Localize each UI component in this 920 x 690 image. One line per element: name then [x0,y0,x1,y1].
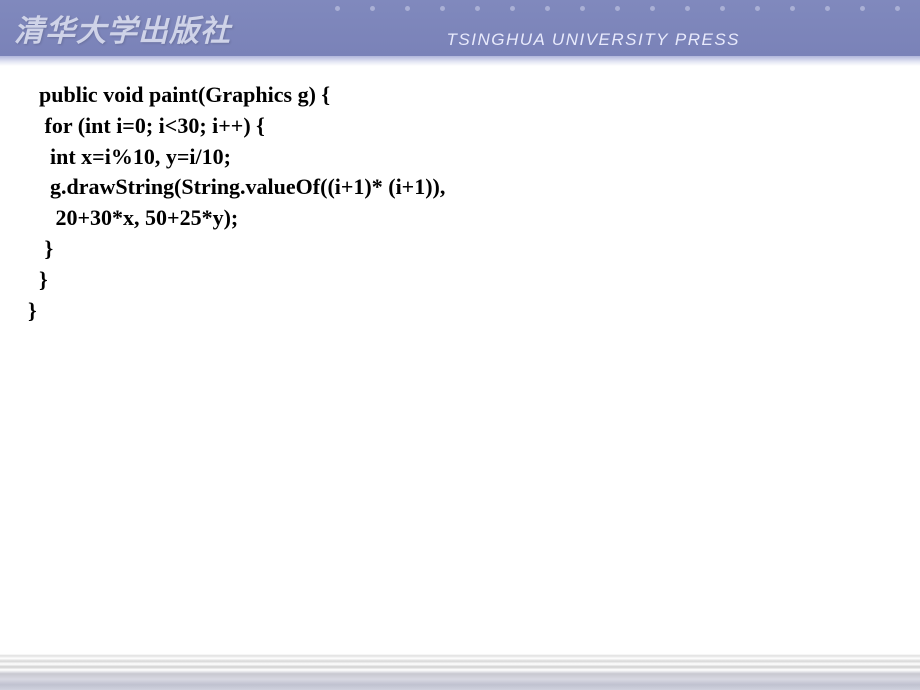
header-divider [0,56,920,66]
code-line: } [28,296,908,327]
publisher-logo-cn: 清华大学出版社 [0,6,231,50]
slide-content: public void paint(Graphics g) { for (int… [0,66,920,326]
code-line: } [28,265,908,296]
slide-footer [0,654,920,690]
slide-header: 清华大学出版社 TSINGHUA UNIVERSITY PRESS [0,0,920,56]
code-line: int x=i%10, y=i/10; [28,142,908,173]
decorative-dots [335,6,900,11]
publisher-logo-en: TSINGHUA UNIVERSITY PRESS [447,30,741,50]
code-line: 20+30*x, 50+25*y); [28,203,908,234]
code-line: g.drawString(String.valueOf((i+1)* (i+1)… [28,172,908,203]
code-line: for (int i=0; i<30; i++) { [28,111,908,142]
code-line: public void paint(Graphics g) { [28,80,908,111]
code-line: } [28,234,908,265]
